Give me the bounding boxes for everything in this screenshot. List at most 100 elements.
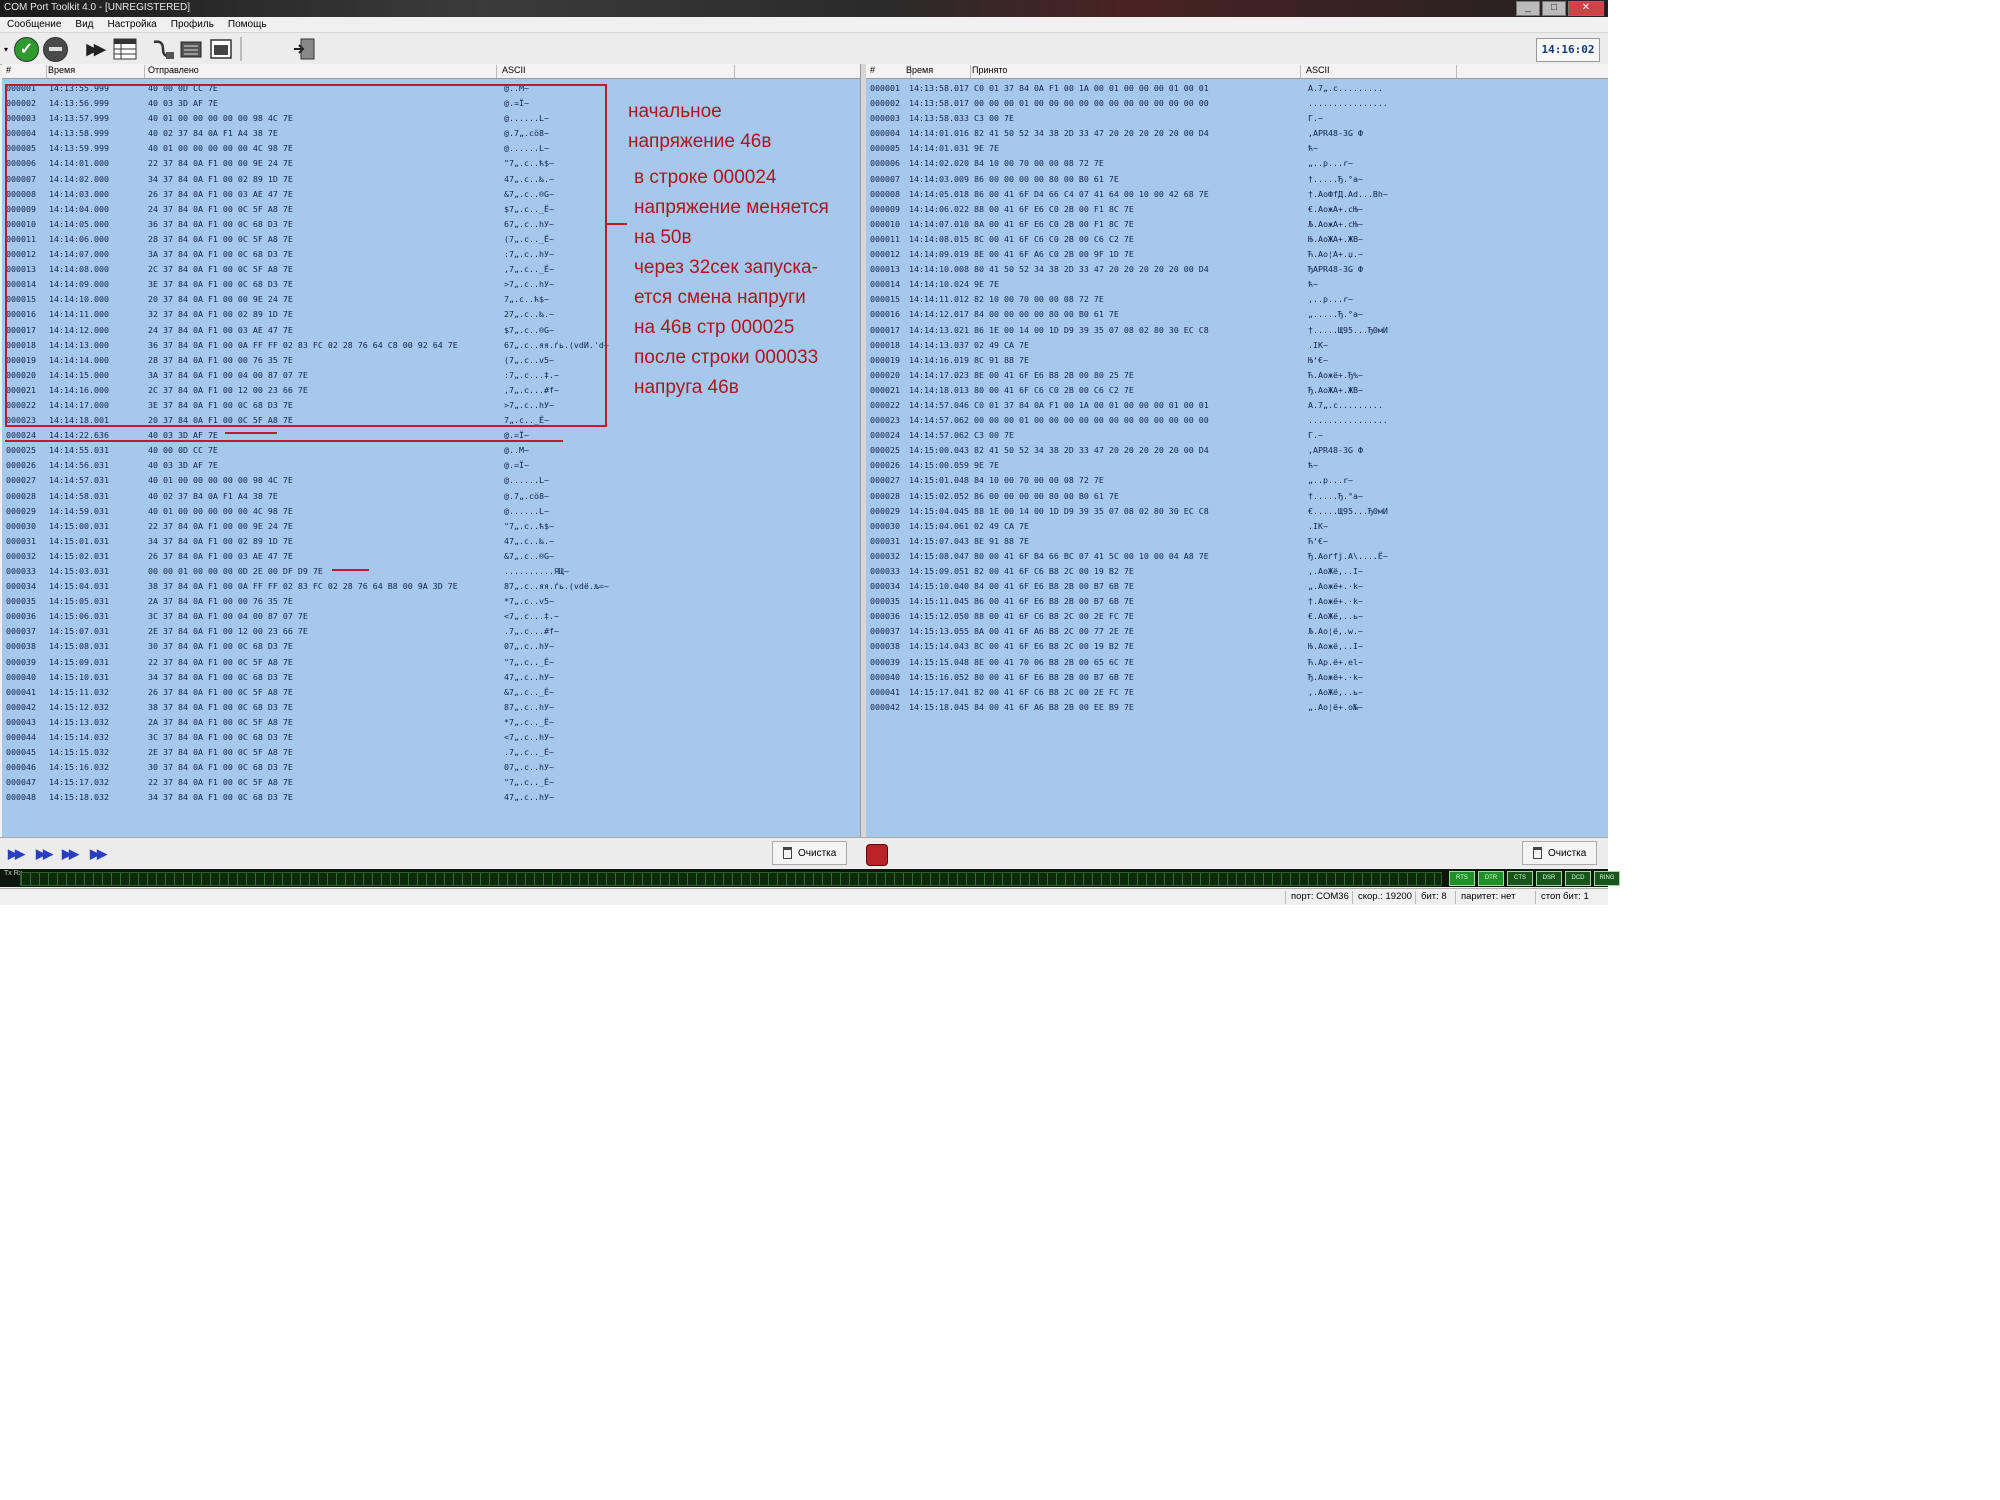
table-row[interactable]: 000047 14:15:17.032 22 37 84 0A F1 00 0C 5… (2, 775, 860, 790)
table-row[interactable]: 000029 14:15:04.045 88 1E 00 14 00 1D D9 3… (866, 504, 1608, 519)
dropdown-arrow-icon[interactable]: ▾ (2, 37, 10, 61)
table-row[interactable]: 000016 14:14:12.017 84 00 00 00 00 80 00 B… (866, 307, 1608, 322)
table-row[interactable]: 000030 14:15:04.061 02 49 CA 7E .IК~ (866, 519, 1608, 534)
menu-view[interactable]: Вид (68, 17, 100, 32)
table-row[interactable]: 000005 14:14:01.031 9E 7E ћ~ (866, 141, 1608, 156)
record-stop-icon[interactable] (866, 844, 888, 866)
table-row[interactable]: 000014 14:14:10.024 9E 7E ћ~ (866, 277, 1608, 292)
maximize-button[interactable]: □ (1542, 1, 1566, 16)
table-row[interactable]: 000028 14:15:02.052 86 00 00 00 00 80 00 B… (866, 489, 1608, 504)
log-table-button[interactable] (112, 37, 138, 61)
received-panel[interactable]: # Время Принято ASCII 000001 14:13:58.017… (866, 64, 1608, 837)
table-row[interactable]: 000039 14:15:15.048 8E 00 41 70 06 B8 2B 0… (866, 655, 1608, 670)
col-time[interactable]: Время (48, 65, 145, 78)
table-row[interactable]: 000006 14:14:02.020 84 10 00 70 00 00 08 7… (866, 156, 1608, 171)
table-row[interactable]: 000026 14:14:56.031 40 03 3D AF 7E @.=Ї~ (2, 458, 860, 473)
table-row[interactable]: 000043 14:15:13.032 2A 37 84 0A F1 00 0C 5… (2, 715, 860, 730)
table-row[interactable]: 000048 14:15:18.032 34 37 84 0A F1 00 0C 6… (2, 790, 860, 805)
minimize-button[interactable]: _ (1516, 1, 1540, 16)
send-step-button[interactable]: ▶▶ (62, 846, 82, 862)
table-row[interactable]: 000026 14:15:00.059 9E 7E ћ~ (866, 458, 1608, 473)
table-row[interactable]: 000011 14:14:08.015 8C 00 41 6F C6 C0 2B 0… (866, 232, 1608, 247)
led-dtr[interactable]: DTR (1478, 871, 1504, 886)
table-row[interactable]: 000035 14:15:05.031 2A 37 84 0A F1 00 00 7… (2, 594, 860, 609)
table-row[interactable]: 000013 14:14:10.008 80 41 50 52 34 38 2D 3… (866, 262, 1608, 277)
menu-settings[interactable]: Настройка (101, 17, 164, 32)
table-row[interactable]: 000027 14:14:57.031 40 01 00 00 00 00 00 9… (2, 473, 860, 488)
table-row[interactable]: 000029 14:14:59.031 40 01 00 00 00 00 00 4… (2, 504, 860, 519)
table-row[interactable]: 000004 14:14:01.016 82 41 50 52 34 38 2D 3… (866, 126, 1608, 141)
table-row[interactable]: 000024 14:14:57.062 C3 00 7E Г.~ (866, 428, 1608, 443)
table-row[interactable]: 000007 14:14:03.009 86 00 00 00 00 80 00 B… (866, 172, 1608, 187)
table-row[interactable]: 000023 14:14:57.062 00 00 00 01 00 00 00 0… (866, 413, 1608, 428)
led-rts[interactable]: RTS (1449, 871, 1475, 886)
col-time[interactable]: Время (906, 65, 971, 78)
menu-profile[interactable]: Профиль (164, 17, 221, 32)
table-row[interactable]: 000028 14:14:58.031 40 02 37 84 0A F1 A4 3… (2, 489, 860, 504)
table-row[interactable]: 000033 14:15:03.031 00 00 01 00 00 00 0D 2… (2, 564, 860, 579)
exit-button[interactable] (292, 37, 318, 61)
menu-help[interactable]: Помощь (221, 17, 274, 32)
table-row[interactable]: 000018 14:14:13.037 02 49 CA 7E .IК~ (866, 338, 1608, 353)
table-row[interactable]: 000038 14:15:14.043 8C 00 41 6F E6 B8 2C 0… (866, 639, 1608, 654)
table-row[interactable]: 000045 14:15:15.032 2E 37 84 0A F1 00 0C 5… (2, 745, 860, 760)
table-row[interactable]: 000027 14:15:01.048 84 10 00 70 00 00 08 7… (866, 473, 1608, 488)
table-row[interactable]: 000037 14:15:07.031 2E 37 84 0A F1 00 12 0… (2, 624, 860, 639)
col-sent[interactable]: Отправлено (148, 65, 497, 78)
table-row[interactable]: 000035 14:15:11.045 86 00 41 6F E6 B8 2B 0… (866, 594, 1608, 609)
table-row[interactable]: 000036 14:15:06.031 3C 37 84 0A F1 00 04 0… (2, 609, 860, 624)
table-row[interactable]: 000046 14:15:16.032 30 37 84 0A F1 00 0C 6… (2, 760, 860, 775)
col-number[interactable]: # (6, 65, 47, 78)
table-row[interactable]: 000031 14:15:07.043 8E 91 88 7E Ћ‘€~ (866, 534, 1608, 549)
table-row[interactable]: 000025 14:14:55.031 40 00 0D CC 7E @..М~ (2, 443, 860, 458)
table-row[interactable]: 000036 14:15:12.050 88 00 41 6F C6 B8 2C 0… (866, 609, 1608, 624)
table-row[interactable]: 000021 14:14:18.013 80 00 41 6F C6 C0 2B 0… (866, 383, 1608, 398)
table-row[interactable]: 000015 14:14:11.012 82 10 00 70 00 00 08 7… (866, 292, 1608, 307)
send-sequence-button[interactable]: ▶▶ (82, 37, 106, 61)
col-ascii[interactable]: ASCII (1306, 65, 1457, 78)
table-row[interactable]: 000030 14:15:00.031 22 37 84 0A F1 00 00 9… (2, 519, 860, 534)
col-received[interactable]: Принято (972, 65, 1301, 78)
col-ascii[interactable]: ASCII (502, 65, 735, 78)
table-row[interactable]: 000032 14:15:08.047 80 00 41 6F B4 66 BC 0… (866, 549, 1608, 564)
table-row[interactable]: 000042 14:15:18.045 84 00 41 6F A6 B8 2B 0… (866, 700, 1608, 715)
table-row[interactable]: 000039 14:15:09.031 22 37 84 0A F1 00 0C 5… (2, 655, 860, 670)
menu-message[interactable]: Сообщение (0, 17, 68, 32)
table-row[interactable]: 000017 14:14:13.021 86 1E 00 14 00 1D D9 3… (866, 323, 1608, 338)
connect-button[interactable]: ✓ (14, 36, 39, 62)
table-row[interactable]: 000008 14:14:05.018 86 00 41 6F D4 66 C4 0… (866, 187, 1608, 202)
send-step-button[interactable]: ▶▶ (8, 846, 28, 862)
close-button[interactable]: ✕ (1568, 1, 1604, 16)
table-row[interactable]: 000031 14:15:01.031 34 37 84 0A F1 00 02 8… (2, 534, 860, 549)
table-row[interactable]: 000019 14:14:16.019 8C 91 88 7E Њ‘€~ (866, 353, 1608, 368)
table-row[interactable]: 000022 14:14:57.046 C0 01 37 84 0A F1 00 1… (866, 398, 1608, 413)
disconnect-button[interactable] (43, 36, 68, 62)
send-step-button[interactable]: ▶▶ (90, 846, 110, 862)
port-settings-button[interactable] (150, 37, 176, 61)
table-row[interactable]: 000012 14:14:09.019 8E 00 41 6F A6 C0 2B 0… (866, 247, 1608, 262)
table-row[interactable]: 000044 14:15:14.032 3C 37 84 0A F1 00 0C 6… (2, 730, 860, 745)
send-step-button[interactable]: ▶▶ (36, 846, 56, 862)
table-row[interactable]: 000038 14:15:08.031 30 37 84 0A F1 00 0C 6… (2, 639, 860, 654)
table-row[interactable]: 000002 14:13:58.017 00 00 00 01 00 00 00 0… (866, 96, 1608, 111)
col-number[interactable]: # (870, 65, 911, 78)
table-row[interactable]: 000034 14:15:10.040 84 00 41 6F E6 B8 2B 0… (866, 579, 1608, 594)
macro-button[interactable] (178, 37, 204, 61)
table-row[interactable]: 000010 14:14:07.010 8A 00 41 6F E6 C0 2B 0… (866, 217, 1608, 232)
clear-sent-button[interactable]: Очистка (772, 841, 848, 865)
table-row[interactable]: 000041 14:15:17.041 82 00 41 6F C6 B8 2C 0… (866, 685, 1608, 700)
clear-received-button[interactable]: Очистка (1522, 841, 1598, 865)
terminal-button[interactable] (208, 37, 234, 61)
table-row[interactable]: 000037 14:15:13.055 8A 00 41 6F A6 B8 2C 0… (866, 624, 1608, 639)
table-row[interactable]: 000034 14:15:04.031 38 37 84 0A F1 00 0A F… (2, 579, 860, 594)
table-row[interactable]: 000001 14:13:58.017 C0 01 37 84 0A F1 00 1… (866, 81, 1608, 96)
table-row[interactable]: 000003 14:13:58.033 C3 00 7E Г.~ (866, 111, 1608, 126)
table-row[interactable]: 000020 14:14:17.023 8E 00 41 6F E6 B8 2B 0… (866, 368, 1608, 383)
table-row[interactable]: 000042 14:15:12.032 38 37 84 0A F1 00 0C 6… (2, 700, 860, 715)
table-row[interactable]: 000032 14:15:02.031 26 37 84 0A F1 00 03 A… (2, 549, 860, 564)
table-row[interactable]: 000041 14:15:11.032 26 37 84 0A F1 00 0C 5… (2, 685, 860, 700)
table-row[interactable]: 000009 14:14:06.022 88 00 41 6F E6 C0 2B 0… (866, 202, 1608, 217)
table-row[interactable]: 000040 14:15:16.052 80 00 41 6F E6 B8 2B 0… (866, 670, 1608, 685)
table-row[interactable]: 000040 14:15:10.031 34 37 84 0A F1 00 0C 6… (2, 670, 860, 685)
table-row[interactable]: 000033 14:15:09.051 82 00 41 6F C6 B8 2C 0… (866, 564, 1608, 579)
